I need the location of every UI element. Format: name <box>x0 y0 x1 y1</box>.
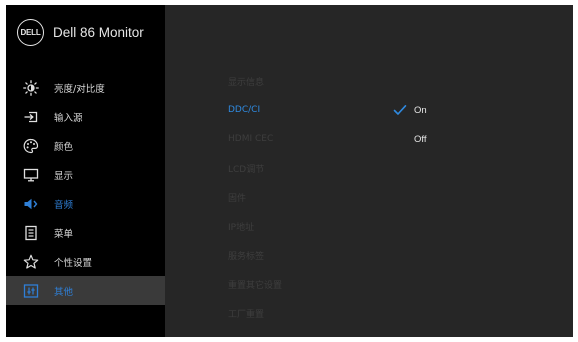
submenu-service-tag[interactable]: 服务标签 <box>228 246 264 264</box>
sidebar: DELL Dell 86 Monitor 亮度/对比度 输入源 颜色 显示 音频… <box>6 5 165 337</box>
nav-label-personalize: 个性设置 <box>54 257 93 269</box>
monitor-title: Dell 86 Monitor <box>53 25 144 40</box>
submenu-reset-other-settings[interactable]: 重置其它设置 <box>228 275 282 293</box>
option-off-label: Off <box>414 133 427 145</box>
nav-label-brightness-contrast: 亮度/对比度 <box>54 83 105 95</box>
nav-label-others: 其他 <box>54 286 74 298</box>
nav-label-color: 颜色 <box>54 141 74 153</box>
others-icon <box>23 283 39 299</box>
submenu-factory-reset[interactable]: 工厂重置 <box>228 304 264 322</box>
star-icon <box>23 254 39 270</box>
nav-item-personalize[interactable]: 个性设置 <box>6 247 165 276</box>
input-source-icon <box>23 109 39 125</box>
option-on-label: On <box>414 104 427 116</box>
nav-label-menu: 菜单 <box>54 228 74 240</box>
submenu-lcd-conditioning[interactable]: LCD调节 <box>228 159 264 177</box>
speaker-icon <box>23 196 39 212</box>
nav-item-brightness-contrast[interactable]: 亮度/对比度 <box>6 73 165 102</box>
dell-logo: DELL <box>17 19 44 46</box>
color-palette-icon <box>23 138 39 154</box>
nav-item-color[interactable]: 颜色 <box>6 131 165 160</box>
submenu-ddc-ci[interactable]: DDC/CI <box>228 101 260 119</box>
nav-label-input-source: 输入源 <box>54 112 83 124</box>
brightness-icon <box>23 79 39 96</box>
nav-item-menu[interactable]: 菜单 <box>6 218 165 247</box>
display-icon <box>23 167 39 183</box>
option-on[interactable]: On <box>393 101 427 119</box>
submenu-ip-address[interactable]: IP地址 <box>228 217 254 235</box>
submenu-hdmi-cec[interactable]: HDMI CEC <box>228 130 273 148</box>
option-off[interactable]: Off <box>393 130 427 148</box>
nav-item-display[interactable]: 显示 <box>6 160 165 189</box>
submenu-display-info[interactable]: 显示信息 <box>228 72 264 90</box>
submenu-firmware[interactable]: 固件 <box>228 188 246 206</box>
monitor-osd: DELL Dell 86 Monitor 亮度/对比度 输入源 颜色 显示 音频… <box>6 5 573 337</box>
nav-item-others[interactable]: 其他 <box>6 276 165 305</box>
brand-header: DELL Dell 86 Monitor <box>6 5 165 60</box>
menu-icon <box>23 225 39 241</box>
checkmark-icon <box>393 104 411 116</box>
nav-item-input-source[interactable]: 输入源 <box>6 102 165 131</box>
nav-label-audio: 音频 <box>54 199 74 211</box>
nav-item-audio[interactable]: 音频 <box>6 189 165 218</box>
nav-label-display: 显示 <box>54 170 74 182</box>
